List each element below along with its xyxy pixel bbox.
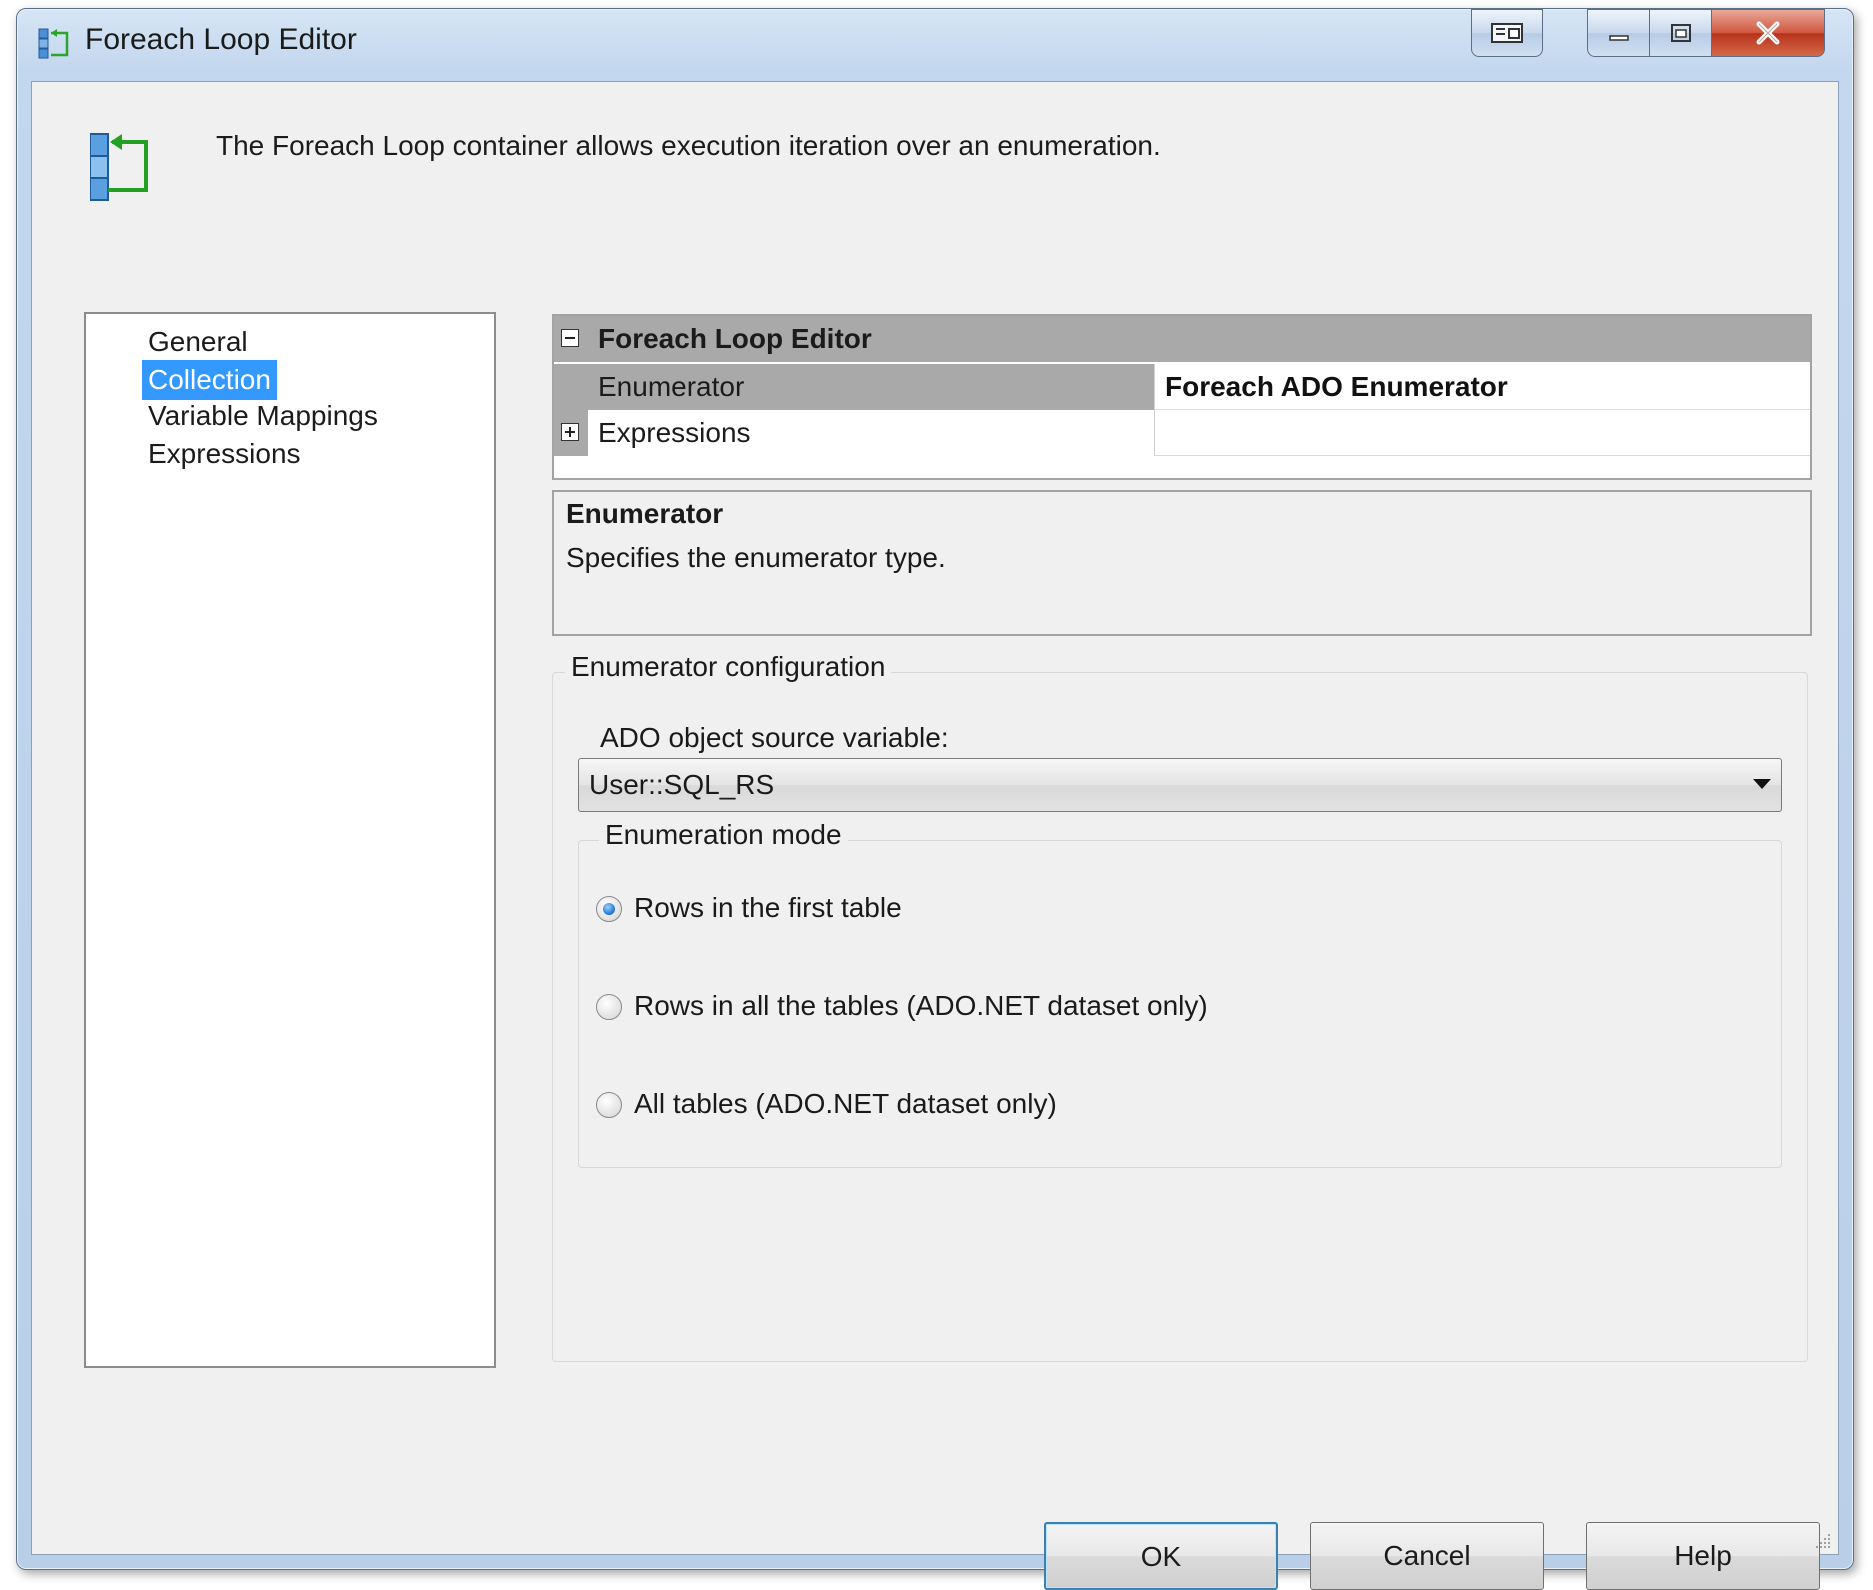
property-description-panel: Enumerator Specifies the enumerator type… bbox=[552, 490, 1812, 636]
minimize-button[interactable] bbox=[1587, 9, 1651, 57]
property-row-margin bbox=[554, 410, 588, 456]
property-name-cell: Expressions bbox=[588, 410, 1154, 456]
dialog-window: Foreach Loop Editor The Foreach Loop con… bbox=[16, 8, 1854, 1590]
radio-button[interactable] bbox=[596, 994, 622, 1020]
enumeration-mode-legend: Enumeration mode bbox=[599, 819, 848, 851]
property-category-row[interactable]: Foreach Loop Editor bbox=[554, 316, 1810, 362]
property-grid: Foreach Loop Editor Enumerator Foreach A… bbox=[552, 314, 1812, 480]
expand-icon[interactable] bbox=[561, 423, 579, 441]
property-name: Enumerator bbox=[598, 371, 745, 402]
enumerator-configuration-legend: Enumerator configuration bbox=[565, 651, 892, 683]
property-name: Expressions bbox=[598, 417, 751, 448]
help-button[interactable]: Help bbox=[1586, 1522, 1820, 1590]
property-row-enumerator[interactable]: Enumerator Foreach ADO Enumerator bbox=[554, 364, 1810, 410]
nav-item-expressions[interactable]: Expressions bbox=[142, 434, 307, 474]
description-title: Enumerator bbox=[566, 498, 724, 529]
property-value: Foreach ADO Enumerator bbox=[1165, 371, 1508, 402]
cancel-button[interactable]: Cancel bbox=[1310, 1522, 1544, 1590]
property-value-cell[interactable] bbox=[1154, 410, 1810, 456]
dropdown-arrow-icon[interactable] bbox=[1753, 779, 1771, 789]
property-value-cell[interactable]: Foreach ADO Enumerator bbox=[1154, 364, 1810, 410]
nav-item-general[interactable]: General bbox=[142, 322, 254, 362]
ok-button[interactable]: OK bbox=[1044, 1522, 1278, 1590]
property-row-expressions[interactable]: Expressions bbox=[554, 410, 1810, 456]
ado-source-label: ADO object source variable: bbox=[600, 722, 949, 753]
mode-option-label[interactable]: All tables (ADO.NET dataset only) bbox=[634, 1088, 1057, 1120]
mode-option-label[interactable]: Rows in the first table bbox=[634, 892, 902, 924]
mode-option-label[interactable]: Rows in all the tables (ADO.NET dataset … bbox=[634, 990, 1208, 1022]
property-name-cell: Enumerator bbox=[588, 364, 1154, 410]
maximize-button[interactable] bbox=[1649, 9, 1713, 57]
dialog-client-area: The Foreach Loop container allows execut… bbox=[31, 81, 1839, 1590]
foreach-loop-container-icon bbox=[90, 133, 148, 201]
description-text: Specifies the enumerator type. bbox=[566, 542, 946, 573]
header-description: The Foreach Loop container allows execut… bbox=[216, 130, 1161, 161]
minimize-icon bbox=[1609, 35, 1629, 41]
radio-button[interactable] bbox=[596, 1092, 622, 1118]
property-row-margin bbox=[554, 364, 588, 410]
nav-item-variable-mappings[interactable]: Variable Mappings bbox=[142, 396, 384, 436]
restore-layout-button[interactable] bbox=[1471, 9, 1543, 57]
close-icon bbox=[1756, 21, 1780, 45]
window-layout-icon bbox=[1491, 23, 1523, 43]
foreach-loop-icon bbox=[38, 28, 69, 59]
maximize-icon bbox=[1671, 24, 1691, 42]
radio-button-checked[interactable] bbox=[596, 896, 622, 922]
page-navigation-list: General Collection Variable Mappings Exp… bbox=[84, 312, 496, 1368]
window-title: Foreach Loop Editor bbox=[85, 23, 357, 56]
close-button[interactable] bbox=[1711, 9, 1825, 57]
resize-grip-icon[interactable] bbox=[1814, 1532, 1832, 1550]
nav-item-collection[interactable]: Collection bbox=[142, 360, 277, 400]
ado-source-variable-value: User::SQL_RS bbox=[589, 769, 775, 800]
property-category-label: Foreach Loop Editor bbox=[598, 323, 872, 354]
ado-source-variable-dropdown[interactable]: User::SQL_RS bbox=[578, 758, 1782, 812]
collapse-icon[interactable] bbox=[561, 329, 579, 347]
title-bar[interactable]: Foreach Loop Editor bbox=[17, 9, 1853, 79]
